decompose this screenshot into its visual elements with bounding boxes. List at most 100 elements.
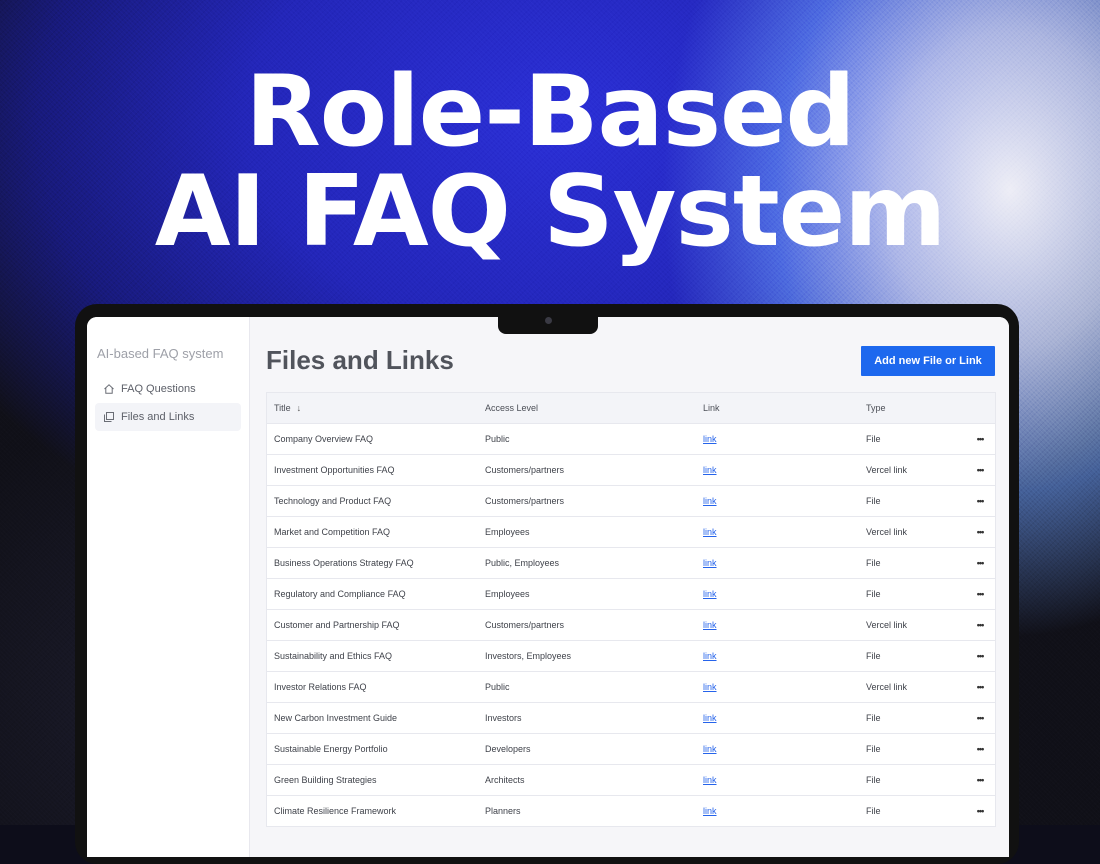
- cell-title: Investor Relations FAQ: [274, 682, 367, 692]
- more-options-icon[interactable]: •••: [966, 434, 994, 444]
- more-options-icon[interactable]: •••: [966, 558, 994, 568]
- cell-type: Vercel link: [866, 682, 908, 692]
- cell-access-level: Customers/partners: [485, 465, 565, 475]
- row-link[interactable]: link: [703, 806, 717, 816]
- cell-title: Technology and Product FAQ: [274, 496, 392, 506]
- cell-title: New Carbon Investment Guide: [274, 713, 398, 723]
- cell-type: File: [866, 589, 881, 599]
- cell-access-level: Public, Employees: [485, 558, 560, 568]
- sidebar-item-label: Files and Links: [121, 411, 195, 423]
- row-link[interactable]: link: [703, 589, 717, 599]
- camera-icon: [545, 317, 552, 324]
- table-row[interactable]: New Carbon Investment Guide Investors li…: [267, 703, 995, 734]
- table-row[interactable]: Regulatory and Compliance FAQ Employees …: [267, 579, 995, 610]
- table-row[interactable]: Green Building Strategies Architects lin…: [267, 765, 995, 796]
- cell-access-level: Public: [485, 434, 510, 444]
- app-title: AI-based FAQ system: [97, 346, 224, 361]
- home-icon: [103, 383, 115, 395]
- more-options-icon[interactable]: •••: [966, 496, 994, 506]
- more-options-icon[interactable]: •••: [966, 651, 994, 661]
- cell-title: Market and Competition FAQ: [274, 527, 391, 537]
- cell-title: Sustainability and Ethics FAQ: [274, 651, 393, 661]
- cell-type: Vercel link: [866, 620, 908, 630]
- arrow-down-icon[interactable]: ↓: [297, 403, 302, 413]
- cell-type: File: [866, 744, 881, 754]
- row-link[interactable]: link: [703, 465, 717, 475]
- cell-access-level: Employees: [485, 589, 530, 599]
- sidebar-item-faq-questions[interactable]: FAQ Questions: [95, 375, 241, 403]
- table-row[interactable]: Business Operations Strategy FAQ Public,…: [267, 548, 995, 579]
- table-row[interactable]: Investor Relations FAQ Public link Verce…: [267, 672, 995, 703]
- cell-type: File: [866, 713, 881, 723]
- row-link[interactable]: link: [703, 651, 717, 661]
- row-link[interactable]: link: [703, 775, 717, 785]
- more-options-icon[interactable]: •••: [966, 744, 994, 754]
- cell-access-level: Developers: [485, 744, 531, 754]
- cell-type: Vercel link: [866, 527, 908, 537]
- sidebar-item-label: FAQ Questions: [121, 383, 196, 395]
- cell-access-level: Architects: [485, 775, 525, 785]
- cell-access-level: Customers/partners: [485, 496, 565, 506]
- hero-title-line-1: Role-Based: [245, 55, 855, 169]
- more-options-icon[interactable]: •••: [966, 806, 994, 816]
- row-link[interactable]: link: [703, 496, 717, 506]
- add-file-or-link-button[interactable]: Add new File or Link: [861, 346, 995, 376]
- row-link[interactable]: link: [703, 527, 717, 537]
- cell-title: Regulatory and Compliance FAQ: [274, 589, 406, 599]
- more-options-icon[interactable]: •••: [966, 620, 994, 630]
- row-link[interactable]: link: [703, 744, 717, 754]
- cell-type: File: [866, 651, 881, 661]
- cell-type: Vercel link: [866, 465, 908, 475]
- row-link[interactable]: link: [703, 620, 717, 630]
- hero-title: Role-Based AI FAQ System: [0, 62, 1100, 262]
- cell-access-level: Investors, Employees: [485, 651, 572, 661]
- cell-access-level: Investors: [485, 713, 522, 723]
- column-header-link[interactable]: Link: [703, 403, 866, 413]
- cell-title: Sustainable Energy Portfolio: [274, 744, 388, 754]
- cell-access-level: Planners: [485, 806, 521, 816]
- cell-access-level: Customers/partners: [485, 620, 565, 630]
- table-row[interactable]: Customer and Partnership FAQ Customers/p…: [267, 610, 995, 641]
- table-header: Title ↓ Access Level Link Type: [267, 393, 995, 424]
- table-row[interactable]: Sustainable Energy Portfolio Developers …: [267, 734, 995, 765]
- table-row[interactable]: Technology and Product FAQ Customers/par…: [267, 486, 995, 517]
- table-row[interactable]: Sustainability and Ethics FAQ Investors,…: [267, 641, 995, 672]
- cell-title: Company Overview FAQ: [274, 434, 374, 444]
- cell-type: File: [866, 558, 881, 568]
- row-link[interactable]: link: [703, 713, 717, 723]
- sidebar-item-files-and-links[interactable]: Files and Links: [95, 403, 241, 431]
- app-screen: AI-based FAQ system FAQ Questions Files …: [87, 317, 1009, 857]
- cell-type: File: [866, 775, 881, 785]
- column-header-type[interactable]: Type: [866, 403, 966, 413]
- cell-type: File: [866, 806, 881, 816]
- table-row[interactable]: Investment Opportunities FAQ Customers/p…: [267, 455, 995, 486]
- sidebar: AI-based FAQ system FAQ Questions Files …: [87, 317, 250, 857]
- page-title: Files and Links: [266, 345, 454, 375]
- table-row[interactable]: Climate Resilience Framework Planners li…: [267, 796, 995, 827]
- column-header-access-level[interactable]: Access Level: [485, 403, 703, 413]
- row-link[interactable]: link: [703, 558, 717, 568]
- hero-title-line-2: AI FAQ System: [154, 155, 947, 269]
- cell-title: Customer and Partnership FAQ: [274, 620, 400, 630]
- cell-title: Business Operations Strategy FAQ: [274, 558, 414, 568]
- column-header-title[interactable]: Title ↓: [267, 403, 485, 413]
- cell-access-level: Public: [485, 682, 510, 692]
- table-row[interactable]: Company Overview FAQ Public link File ••…: [267, 424, 995, 455]
- cell-access-level: Employees: [485, 527, 530, 537]
- files-table: Title ↓ Access Level Link Type Company Ov…: [266, 392, 996, 827]
- table-row[interactable]: Market and Competition FAQ Employees lin…: [267, 517, 995, 548]
- cell-title: Investment Opportunities FAQ: [274, 465, 395, 475]
- main-content: Files and Links Add new File or Link Tit…: [250, 317, 1009, 857]
- row-link[interactable]: link: [703, 682, 717, 692]
- more-options-icon[interactable]: •••: [966, 713, 994, 723]
- files-icon: [103, 411, 115, 423]
- cell-type: File: [866, 434, 881, 444]
- more-options-icon[interactable]: •••: [966, 465, 994, 475]
- more-options-icon[interactable]: •••: [966, 589, 994, 599]
- cell-title: Green Building Strategies: [274, 775, 377, 785]
- row-link[interactable]: link: [703, 434, 717, 444]
- cell-title: Climate Resilience Framework: [274, 806, 397, 816]
- more-options-icon[interactable]: •••: [966, 682, 994, 692]
- more-options-icon[interactable]: •••: [966, 527, 994, 537]
- more-options-icon[interactable]: •••: [966, 775, 994, 785]
